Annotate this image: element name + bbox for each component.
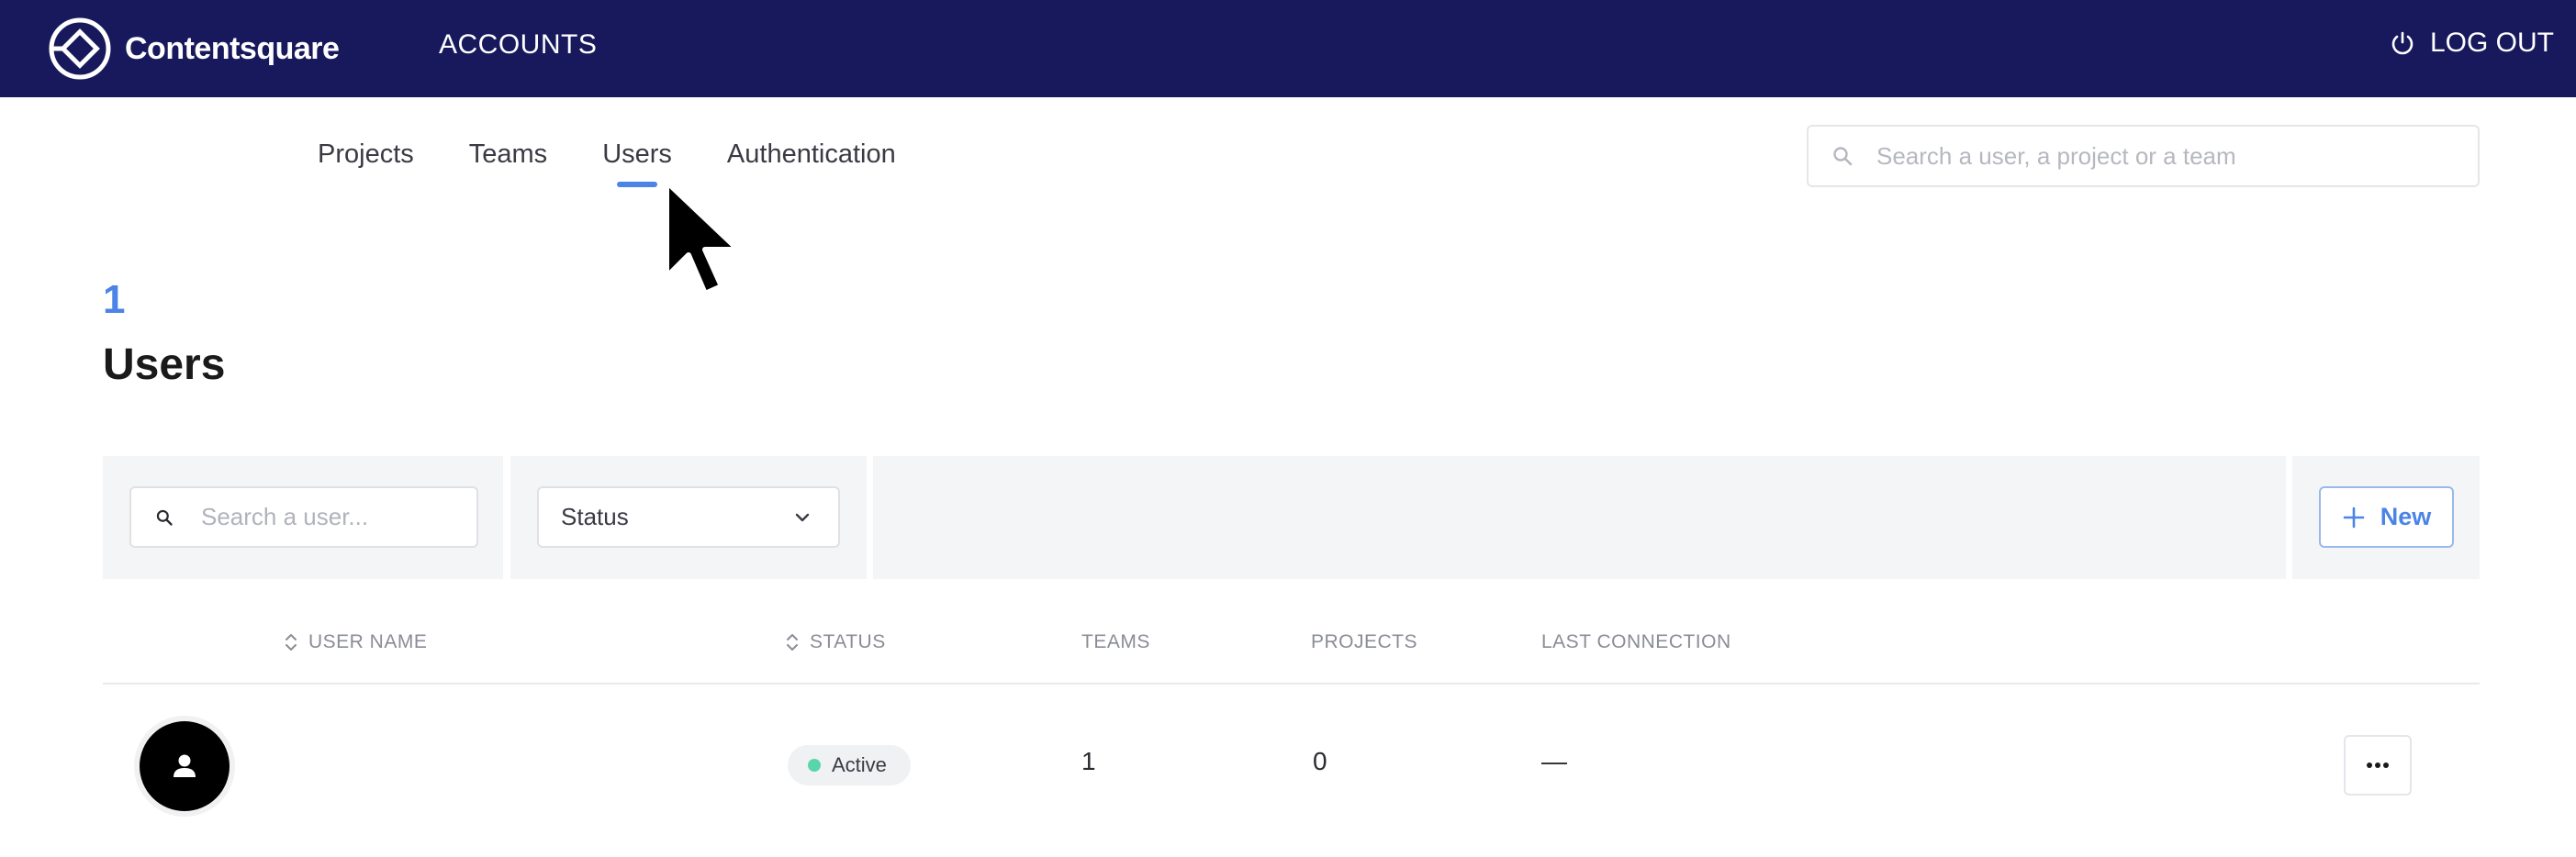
- avatar[interactable]: [140, 721, 230, 811]
- nav-accounts-link[interactable]: ACCOUNTS: [439, 29, 597, 61]
- projects-cell: 0: [1313, 747, 1327, 775]
- status-badge: Active: [788, 745, 911, 785]
- table-header-divider: [103, 683, 2480, 684]
- column-header-status[interactable]: STATUS: [786, 631, 886, 653]
- row-actions-button[interactable]: [2344, 735, 2412, 796]
- global-search-box[interactable]: [1807, 125, 2480, 187]
- chevron-down-icon: [795, 513, 810, 521]
- section-tabs: Projects Teams Users Authentication: [318, 139, 951, 187]
- filter-panel-spacer: [873, 456, 2286, 579]
- column-header-label: STATUS: [810, 631, 886, 652]
- status-dropdown[interactable]: Status: [537, 486, 840, 548]
- new-user-button[interactable]: New: [2319, 486, 2454, 548]
- status-dropdown-label: Status: [561, 503, 629, 530]
- mouse-pointer-icon: [664, 179, 741, 296]
- column-header-last-connection: LAST CONNECTION: [1541, 631, 1731, 652]
- more-horizontal-icon: [2367, 762, 2389, 768]
- column-header-user-name[interactable]: USER NAME: [285, 631, 427, 653]
- tab-authentication[interactable]: Authentication: [727, 139, 896, 170]
- logout-button[interactable]: LOG OUT: [2390, 28, 2554, 59]
- tab-users[interactable]: Users: [602, 139, 672, 187]
- column-header-teams: TEAMS: [1081, 631, 1150, 652]
- search-icon: [156, 509, 173, 526]
- teams-cell: 1: [1081, 747, 1096, 775]
- user-search-box[interactable]: [129, 486, 478, 548]
- brand-logo[interactable]: Contentsquare: [48, 15, 340, 83]
- new-button-label: New: [2380, 503, 2432, 530]
- search-icon: [1833, 147, 1853, 166]
- status-dot: [808, 759, 821, 772]
- status-badge-label: Active: [832, 753, 887, 776]
- power-icon: [2391, 31, 2414, 55]
- user-count: 1: [103, 277, 126, 322]
- brand-name: Contentsquare: [125, 30, 340, 66]
- tab-teams[interactable]: Teams: [469, 139, 547, 170]
- last-connection-cell: —: [1541, 747, 1567, 775]
- sort-icon: [286, 634, 297, 651]
- tab-projects[interactable]: Projects: [318, 139, 414, 170]
- column-header-projects: PROJECTS: [1311, 631, 1418, 652]
- global-search-input[interactable]: [1876, 141, 2446, 171]
- top-bar: Contentsquare ACCOUNTS LOG OUT: [0, 0, 2576, 97]
- logout-label: LOG OUT: [2429, 28, 2554, 58]
- page-title: Users: [103, 340, 226, 389]
- sort-icon: [787, 634, 798, 651]
- column-header-label: USER NAME: [308, 631, 428, 652]
- user-search-input[interactable]: [201, 503, 476, 531]
- plus-icon: [2343, 506, 2365, 528]
- contentsquare-logo-icon: [49, 17, 111, 80]
- user-icon: [174, 754, 196, 777]
